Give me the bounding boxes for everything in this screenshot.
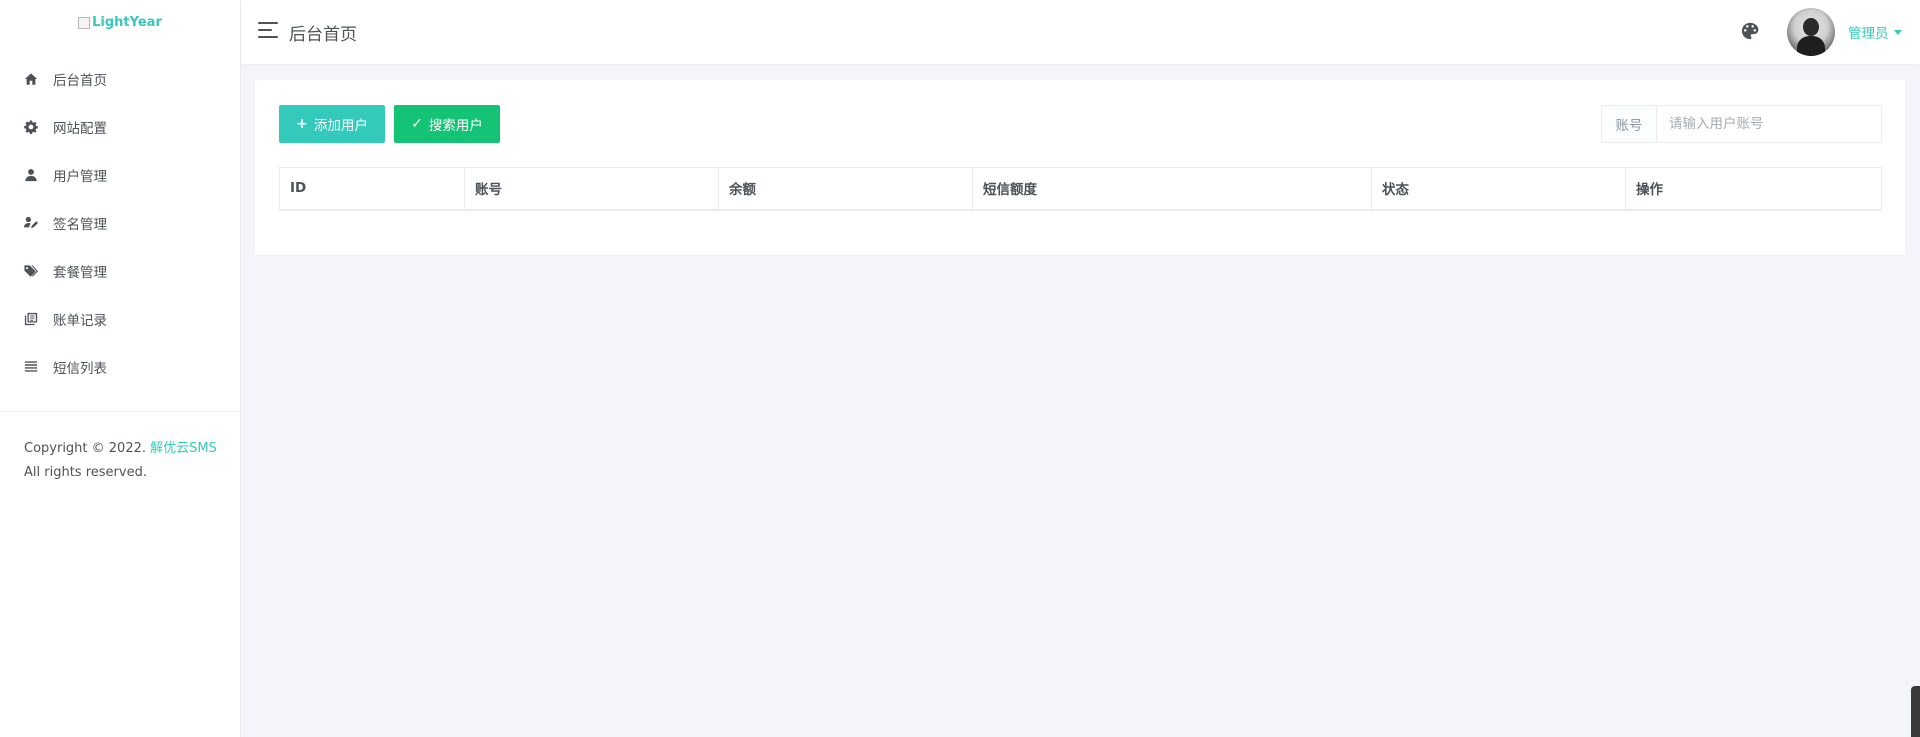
sidebar-item-label: 后台首页 bbox=[53, 73, 107, 89]
sidebar-item-signatures[interactable]: 签名管理 bbox=[0, 199, 240, 247]
sidebar-item-label: 用户管理 bbox=[53, 169, 107, 185]
sidebar-nav: 后台首页 网站配置 用户管理 签名管理 套餐管理 账单记录 短信列表 bbox=[0, 55, 240, 391]
palette-icon[interactable] bbox=[1741, 22, 1761, 42]
account-search-input[interactable] bbox=[1657, 106, 1881, 142]
copyright-suffix: All rights reserved. bbox=[24, 465, 147, 480]
sidebar-item-home[interactable]: 后台首页 bbox=[0, 55, 240, 103]
copyright-prefix: Copyright © 2022. bbox=[24, 441, 147, 456]
gear-icon bbox=[24, 120, 38, 134]
tags-icon bbox=[24, 264, 38, 278]
sidebar-item-users[interactable]: 用户管理 bbox=[0, 151, 240, 199]
list-icon bbox=[24, 360, 38, 374]
column-header-id[interactable]: ID bbox=[279, 167, 465, 211]
sidebar-item-label: 签名管理 bbox=[53, 217, 107, 233]
column-header-sms-quota[interactable]: 短信额度 bbox=[972, 167, 1372, 211]
caret-down-icon bbox=[1893, 29, 1902, 35]
column-header-actions[interactable]: 操作 bbox=[1625, 167, 1882, 211]
add-user-label: 添加用户 bbox=[313, 118, 368, 134]
search-user-label: 搜索用户 bbox=[428, 118, 483, 134]
search-user-button[interactable]: ✓ 搜索用户 bbox=[394, 105, 500, 143]
sidebar-item-label: 账单记录 bbox=[53, 313, 107, 329]
sidebar-item-sms-list[interactable]: 短信列表 bbox=[0, 343, 240, 391]
user-menu[interactable]: 管理员 bbox=[1848, 22, 1902, 42]
plus-icon: + bbox=[296, 116, 308, 132]
copyright-link[interactable]: 解优云SMS bbox=[150, 441, 217, 456]
column-header-balance[interactable]: 余额 bbox=[718, 167, 973, 211]
copyright: Copyright © 2022. 解优云SMS All rights rese… bbox=[24, 437, 217, 485]
user-table: ID 账号 余额 短信额度 状态 操作 bbox=[279, 167, 1882, 211]
check-icon: ✓ bbox=[411, 116, 423, 132]
sidebar-item-packages[interactable]: 套餐管理 bbox=[0, 247, 240, 295]
logo-alt-text: LightYear bbox=[92, 15, 162, 30]
account-search-addon: 账号 bbox=[1602, 106, 1657, 142]
scroll-handle[interactable] bbox=[1911, 686, 1920, 737]
sidebar: LightYear 后台首页 网站配置 用户管理 签名管理 套餐管理 账单记录 … bbox=[0, 0, 241, 737]
column-header-status[interactable]: 状态 bbox=[1371, 167, 1626, 211]
page-title: 后台首页 bbox=[289, 25, 357, 45]
menu-toggle-icon[interactable] bbox=[258, 22, 278, 40]
account-search: 账号 bbox=[1601, 105, 1882, 143]
bill-icon bbox=[24, 312, 38, 326]
sidebar-item-label: 短信列表 bbox=[53, 361, 107, 377]
add-user-button[interactable]: + 添加用户 bbox=[279, 105, 385, 143]
sidebar-item-site-config[interactable]: 网站配置 bbox=[0, 103, 240, 151]
sidebar-item-label: 套餐管理 bbox=[53, 265, 107, 281]
broken-image-icon bbox=[78, 16, 91, 29]
logo[interactable]: LightYear bbox=[0, 0, 240, 50]
table-header-row: ID 账号 余额 短信额度 状态 操作 bbox=[279, 167, 1882, 211]
sidebar-item-label: 网站配置 bbox=[53, 121, 107, 137]
column-header-account[interactable]: 账号 bbox=[464, 167, 719, 211]
user-icon bbox=[24, 168, 38, 182]
top-header: 后台首页 管理员 bbox=[241, 0, 1920, 64]
logo-image[interactable]: LightYear bbox=[78, 15, 162, 30]
avatar[interactable] bbox=[1787, 8, 1835, 56]
sidebar-divider bbox=[0, 411, 240, 412]
main-card: + 添加用户 ✓ 搜索用户 账号 ID 账号 余额 短信额度 状态 操作 bbox=[255, 80, 1905, 255]
home-icon bbox=[24, 72, 38, 86]
user-name: 管理员 bbox=[1848, 26, 1889, 42]
sidebar-item-bills[interactable]: 账单记录 bbox=[0, 295, 240, 343]
signature-icon bbox=[24, 216, 38, 230]
